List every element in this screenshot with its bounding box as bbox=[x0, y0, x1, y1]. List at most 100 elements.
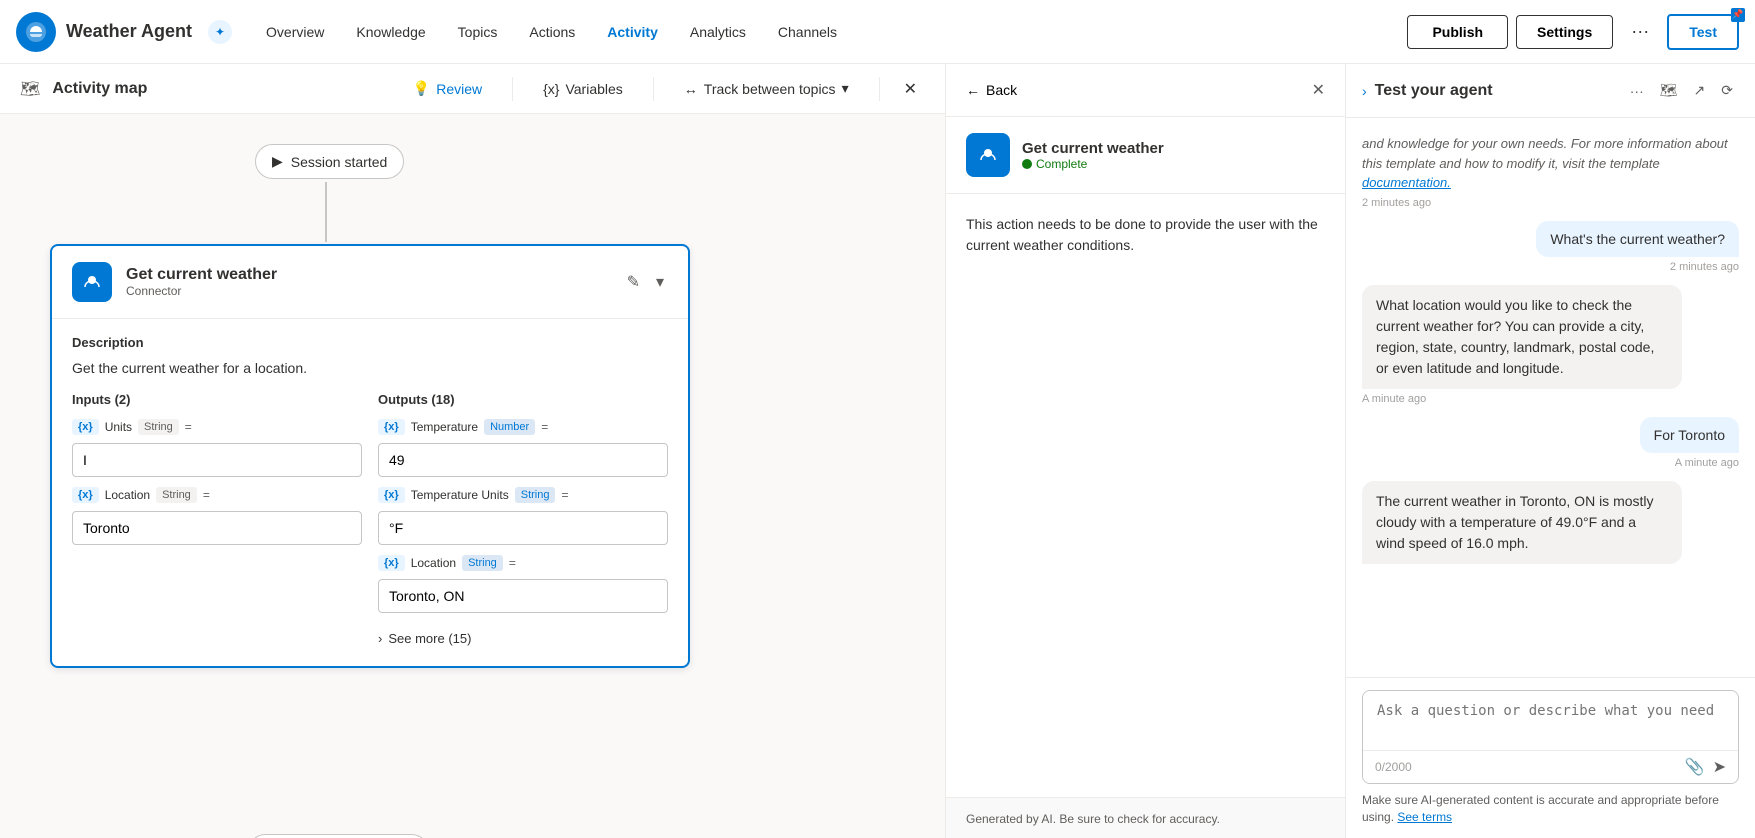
test-footer-note: Make sure AI-generated content is accura… bbox=[1362, 792, 1739, 826]
output-eq-temp-units: = bbox=[561, 488, 568, 502]
nav-knowledge[interactable]: Knowledge bbox=[342, 18, 439, 46]
nav-overview[interactable]: Overview bbox=[252, 18, 338, 46]
nav-channels[interactable]: Channels bbox=[764, 18, 851, 46]
close-detail-button[interactable]: ✕ bbox=[1312, 80, 1325, 100]
output-type-temp-units: String bbox=[515, 487, 556, 503]
back-label: Back bbox=[986, 82, 1017, 98]
edit-card-button[interactable]: ✎ bbox=[623, 268, 644, 296]
input-row-units: {x} Units String = bbox=[72, 419, 362, 435]
output-badge-location-string: {x} bbox=[378, 555, 405, 571]
chevron-left-icon[interactable]: › bbox=[1362, 83, 1367, 99]
test-input-field[interactable] bbox=[1363, 691, 1738, 747]
io-grid: Inputs (2) {x} Units String = bbox=[72, 392, 668, 650]
test-refresh-button[interactable]: ⟳ bbox=[1715, 78, 1739, 103]
detail-action-icon bbox=[966, 133, 1010, 177]
card-icon-svg bbox=[80, 270, 104, 294]
card-subtitle: Connector bbox=[126, 284, 609, 298]
agent-bubble-2: The current weather in Toronto, ON is mo… bbox=[1362, 481, 1682, 564]
input-name-location: Location bbox=[105, 488, 150, 502]
test-input-area: 0/2000 📎 ➤ Make sure AI-generated conten… bbox=[1346, 677, 1755, 838]
divider2 bbox=[653, 77, 654, 101]
action-detail-panel: ← Back ✕ Get current weather Complete bbox=[945, 64, 1345, 838]
input-value-units[interactable] bbox=[72, 443, 362, 477]
input-name-units: Units bbox=[105, 420, 132, 434]
ai-icon: ✦ bbox=[208, 20, 232, 44]
agent-bubble-1: What location would you like to check th… bbox=[1362, 285, 1682, 389]
user-time-1: 2 minutes ago bbox=[1536, 261, 1739, 273]
nav-topics[interactable]: Topics bbox=[444, 18, 512, 46]
system-message: and knowledge for your own needs. For mo… bbox=[1362, 134, 1739, 209]
nav-activity[interactable]: Activity bbox=[593, 18, 672, 46]
close-map-button[interactable]: ✕ bbox=[896, 75, 925, 103]
outputs-section: Outputs (18) {x} Temperature Number = bbox=[378, 392, 668, 650]
user-bubble-1: What's the current weather? bbox=[1536, 221, 1739, 257]
see-more-label: See more (15) bbox=[388, 631, 471, 646]
test-expand-button[interactable]: ↗ bbox=[1688, 78, 1712, 103]
canvas: ▶ Session started Get current weather bbox=[0, 114, 945, 838]
main-card: Get current weather Connector ✎ ▾ Descri… bbox=[50, 244, 690, 668]
output-value-temperature[interactable] bbox=[378, 443, 668, 477]
content-area: 🗺 Activity map 💡 Review {x} Variables ↔ … bbox=[0, 64, 1755, 838]
track-icon: ↔ bbox=[684, 81, 698, 97]
detail-footer: Generated by AI. Be sure to check for ac… bbox=[946, 797, 1345, 838]
input-eq-location: = bbox=[203, 488, 210, 502]
output-eq-temperature: = bbox=[541, 420, 548, 434]
more-options-button[interactable]: ··· bbox=[1621, 13, 1659, 50]
publish-button[interactable]: Publish bbox=[1407, 15, 1508, 49]
back-arrow-icon: ← bbox=[966, 82, 980, 98]
review-label: Review bbox=[436, 81, 482, 97]
input-badge-units: {x} bbox=[72, 419, 99, 435]
agent-message-2: The current weather in Toronto, ON is mo… bbox=[1362, 481, 1739, 564]
output-badge-temperature: {x} bbox=[378, 419, 405, 435]
nav-actions[interactable]: Actions bbox=[515, 18, 589, 46]
track-topics-button[interactable]: ↔ Track between topics ▾ bbox=[670, 74, 863, 103]
user-bubble-2: For Toronto bbox=[1640, 417, 1739, 453]
output-eq-location-string: = bbox=[509, 556, 516, 570]
attach-button[interactable]: 📎 bbox=[1685, 757, 1705, 777]
review-button[interactable]: 💡 Review bbox=[399, 74, 496, 103]
map-icon: 🗺 bbox=[20, 79, 40, 99]
test-label: Test bbox=[1689, 24, 1717, 40]
track-label: Track between topics bbox=[704, 81, 836, 97]
card-header-actions: ✎ ▾ bbox=[623, 268, 668, 296]
test-more-button[interactable]: ··· bbox=[1624, 78, 1650, 103]
detail-body: This action needs to be done to provide … bbox=[946, 194, 1345, 797]
activity-map-panel: 🗺 Activity map 💡 Review {x} Variables ↔ … bbox=[0, 64, 945, 838]
session-started-node: ▶ Session started bbox=[255, 144, 404, 179]
see-more-button[interactable]: › See more (15) bbox=[378, 627, 668, 650]
input-eq-units: = bbox=[185, 420, 192, 434]
variables-button[interactable]: {x} Variables bbox=[529, 75, 637, 103]
test-panel: › Test your agent ··· 🗺 ↗ ⟳ and knowledg… bbox=[1345, 64, 1755, 838]
test-header-actions: ··· 🗺 ↗ ⟳ bbox=[1624, 78, 1739, 103]
nav-analytics[interactable]: Analytics bbox=[676, 18, 760, 46]
back-button[interactable]: ← Back bbox=[966, 82, 1017, 98]
status-dot-icon bbox=[1022, 159, 1032, 169]
input-badge-location: {x} bbox=[72, 487, 99, 503]
activity-map-title: Activity map bbox=[52, 80, 386, 98]
test-input-footer: 0/2000 📎 ➤ bbox=[1363, 750, 1738, 783]
output-name-temp-units: Temperature Units bbox=[411, 488, 509, 502]
documentation-link[interactable]: documentation. bbox=[1362, 175, 1451, 190]
output-value-temp-units[interactable] bbox=[378, 511, 668, 545]
card-header-info: Get current weather Connector bbox=[126, 266, 609, 298]
input-actions: 📎 ➤ bbox=[1685, 757, 1726, 777]
play-icon: ▶ bbox=[272, 153, 283, 170]
review-icon: 💡 bbox=[413, 80, 430, 97]
test-button[interactable]: 📌 Test bbox=[1667, 14, 1739, 50]
test-map-button[interactable]: 🗺 bbox=[1654, 78, 1684, 103]
header-buttons: 💡 Review {x} Variables ↔ Track between t… bbox=[399, 74, 925, 103]
agent-time-1: A minute ago bbox=[1362, 393, 1682, 405]
test-panel-title: Test your agent bbox=[1375, 82, 1616, 100]
system-message-text: and knowledge for your own needs. For mo… bbox=[1362, 134, 1739, 193]
inputs-section: Inputs (2) {x} Units String = bbox=[72, 392, 362, 650]
send-button[interactable]: ➤ bbox=[1713, 757, 1726, 777]
output-value-location-string[interactable] bbox=[378, 579, 668, 613]
activity-map-header: 🗺 Activity map 💡 Review {x} Variables ↔ … bbox=[0, 64, 945, 114]
settings-button[interactable]: Settings bbox=[1516, 15, 1613, 49]
see-terms-link[interactable]: See terms bbox=[1397, 810, 1452, 824]
output-name-temperature: Temperature bbox=[411, 420, 478, 434]
input-value-location[interactable] bbox=[72, 511, 362, 545]
app-logo-icon bbox=[16, 12, 56, 52]
expand-card-button[interactable]: ▾ bbox=[652, 268, 668, 296]
output-badge-temp-units: {x} bbox=[378, 487, 405, 503]
